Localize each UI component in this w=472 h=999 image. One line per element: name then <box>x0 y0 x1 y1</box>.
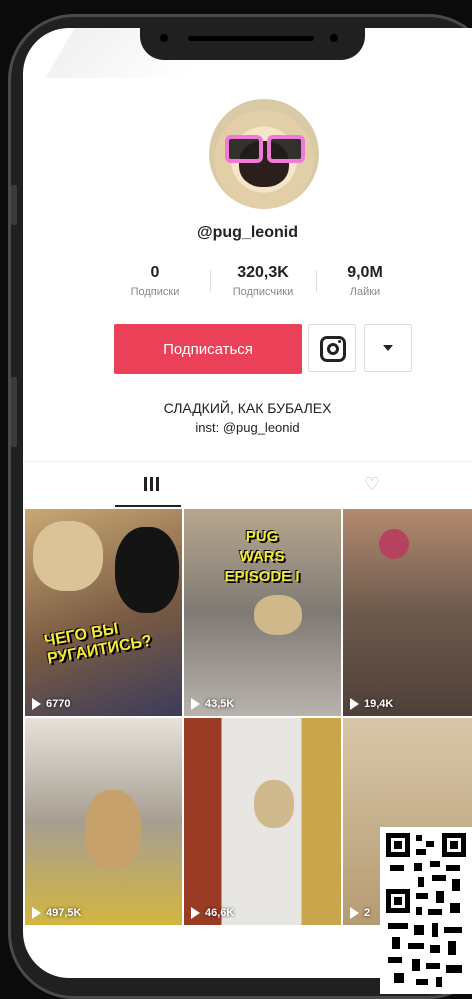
stat-likes[interactable]: 9,0M Лайки <box>320 264 410 298</box>
view-count: 19,4K <box>350 698 393 710</box>
pug-shape <box>33 521 103 591</box>
instagram-icon <box>320 336 346 362</box>
pug-shape <box>254 595 302 635</box>
speaker-bar <box>188 36 314 41</box>
liked-heart-icon[interactable]: ♡ <box>361 474 383 494</box>
caret-down-icon <box>383 345 393 351</box>
hat-shape <box>379 529 409 559</box>
bio-link[interactable]: inst: @pug_leonid <box>23 420 472 435</box>
play-icon <box>32 907 41 919</box>
view-count: 497,5K <box>32 907 81 919</box>
more-button[interactable] <box>364 324 412 372</box>
stat-value: 0 <box>150 264 160 281</box>
instagram-button[interactable] <box>308 324 356 372</box>
stat-following[interactable]: 0 Подписки <box>110 264 200 298</box>
view-count: 2 <box>350 907 370 919</box>
stat-label: Лайки <box>349 286 381 298</box>
stat-label: Подписчики <box>232 286 294 298</box>
follow-button[interactable]: Подписаться <box>114 324 302 374</box>
pug-shape <box>254 780 294 828</box>
play-icon <box>350 907 359 919</box>
video-thumbnail[interactable]: 19,4K <box>343 509 472 716</box>
stat-label: Подписки <box>130 286 180 298</box>
stat-followers[interactable]: 320,3K Подписчики <box>218 264 308 298</box>
tabs-divider <box>23 461 472 462</box>
pug-shape <box>85 790 141 870</box>
camera-dot <box>160 34 168 42</box>
stat-value: 320,3K <box>237 264 289 281</box>
play-icon <box>350 698 359 710</box>
play-icon <box>191 907 200 919</box>
username: @pug_leonid <box>197 224 298 241</box>
bio-line: СЛАДКИЙ, КАК БУБАЛЕХ <box>163 400 332 416</box>
glasses-icon <box>267 135 305 163</box>
qr-code-icon <box>380 827 472 994</box>
video-thumbnail[interactable]: ЧЕГО ВЫ РУГАИТИСЬ? 6770 <box>25 509 182 716</box>
divider <box>316 270 317 292</box>
view-count: 43,5K <box>191 698 234 710</box>
video-caption: ЧЕГО ВЫ РУГАИТИСЬ? <box>42 620 154 668</box>
play-icon <box>32 698 41 710</box>
view-count: 46,6K <box>191 907 234 919</box>
tab-active-indicator <box>115 505 181 507</box>
phone-notch <box>140 28 365 60</box>
phone-side-button <box>11 185 17 225</box>
view-count: 6770 <box>32 698 70 710</box>
video-caption: PUG WARS EPISODE I <box>224 528 300 585</box>
sensor-dot <box>330 34 338 42</box>
phone-volume-button <box>11 377 17 447</box>
profile-stats: 0 Подписки 320,3K Подписчики 9,0M Лайки <box>110 264 410 310</box>
play-icon <box>191 698 200 710</box>
video-thumbnail[interactable]: 497,5K <box>25 718 182 925</box>
grid-icon[interactable] <box>142 474 162 494</box>
divider <box>210 270 211 292</box>
video-thumbnail[interactable]: 46,6K <box>184 718 341 925</box>
stat-value: 9,0M <box>347 264 383 281</box>
video-thumbnail[interactable]: PUG WARS EPISODE I 43,5K <box>184 509 341 716</box>
pug-shape <box>115 527 179 613</box>
glasses-icon <box>225 135 263 163</box>
avatar[interactable] <box>209 99 319 209</box>
